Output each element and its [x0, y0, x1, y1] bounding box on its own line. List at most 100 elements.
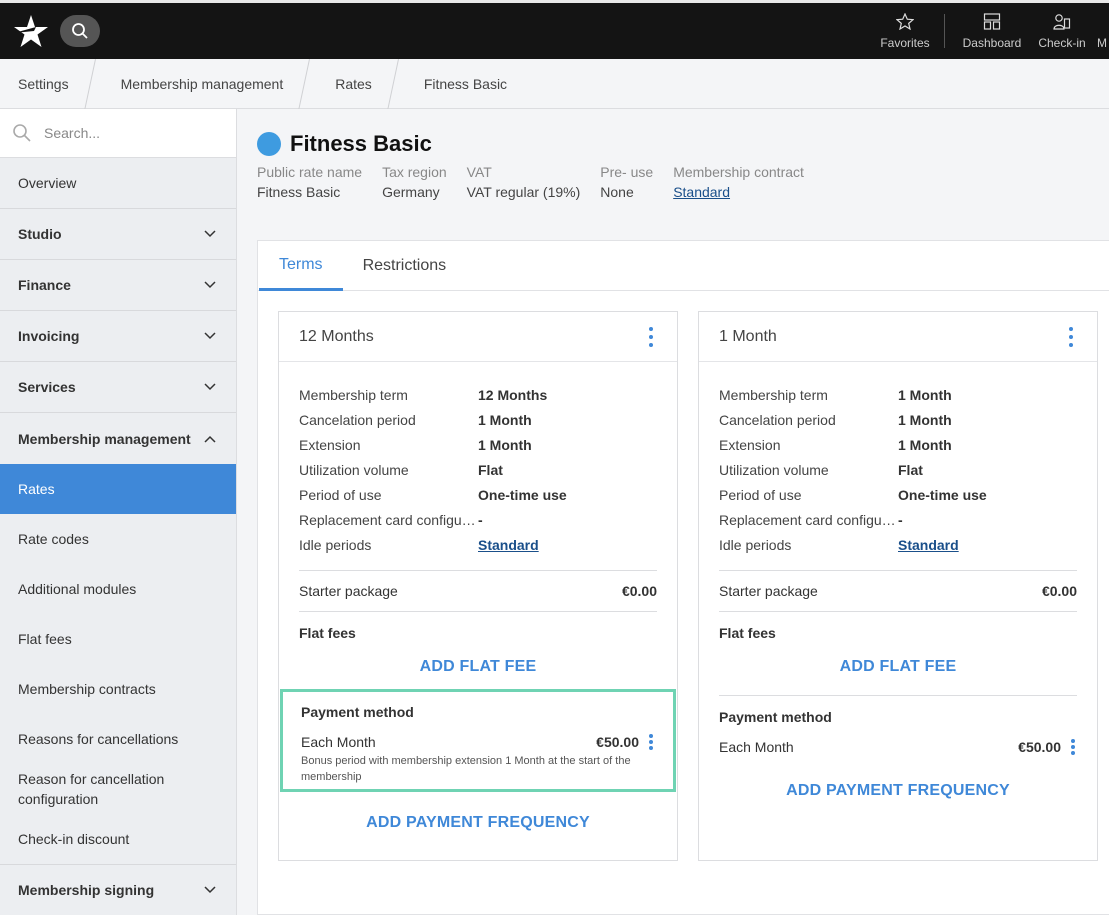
term-row: Membership term 1 Month: [719, 382, 1077, 407]
term-row: Replacement card configuration -: [299, 507, 657, 532]
term-row: Membership term 12 Months: [299, 382, 657, 407]
meta-value: VAT regular (19%): [466, 184, 581, 200]
sidebar-item-overview[interactable]: Overview: [0, 158, 236, 209]
breadcrumb-settings[interactable]: Settings: [0, 59, 89, 109]
idle-periods-link[interactable]: Standard: [898, 537, 959, 553]
topbar-divider: [944, 14, 945, 48]
divider: [719, 695, 1077, 696]
term-row: Idle periods Standard: [299, 532, 657, 557]
check-in-label: Check-in: [1038, 35, 1086, 50]
global-search-button[interactable]: [60, 15, 100, 47]
add-payment-frequency-button[interactable]: ADD PAYMENT FREQUENCY: [299, 814, 657, 832]
check-in-icon: [1053, 13, 1071, 30]
starter-package-label: Starter package: [719, 583, 818, 599]
add-flat-fee-button[interactable]: ADD FLAT FEE: [719, 658, 1077, 683]
more-options-icon[interactable]: [645, 326, 657, 347]
starter-package-row: Starter package €0.00: [719, 571, 1077, 611]
term-row-value: Flat: [478, 461, 503, 478]
sidebar-search-input[interactable]: [44, 125, 214, 141]
term-row-key: Replacement card configuration: [299, 511, 478, 528]
tab-terms[interactable]: Terms: [259, 241, 343, 291]
sidebar-subitem-reasons-for-cancellations[interactable]: Reasons for cancellations: [0, 714, 236, 764]
term-row: Period of use One-time use: [299, 482, 657, 507]
payment-method-highlight: Payment method Each Month €50.00 Bonus p…: [280, 689, 676, 792]
add-payment-frequency-button[interactable]: ADD PAYMENT FREQUENCY: [719, 782, 1077, 800]
dashboard-icon: [983, 12, 1001, 30]
more-label: M: [1097, 35, 1107, 50]
term-row-value: 1 Month: [478, 436, 532, 453]
payment-frequency-label: Each Month: [719, 739, 794, 755]
term-row-value: One-time use: [898, 486, 987, 503]
term-card-body: Membership term 1 Month Cancelation perio…: [699, 362, 1097, 800]
sidebar-subitem-rates[interactable]: Rates: [0, 464, 236, 514]
term-row-value: Flat: [898, 461, 923, 478]
term-row: Cancelation period 1 Month: [299, 407, 657, 432]
tab-restrictions[interactable]: Restrictions: [343, 241, 467, 291]
dashboard-button[interactable]: Dashboard: [957, 3, 1027, 59]
rate-color-dot: [257, 132, 281, 156]
payment-frequency-row: Each Month €50.00: [719, 736, 1077, 758]
search-icon: [13, 124, 31, 142]
term-card-title: 1 Month: [719, 327, 777, 345]
term-card-12-months: 12 Months Membership term 12 Months Cance…: [278, 311, 678, 861]
dashboard-label: Dashboard: [962, 35, 1022, 50]
more-button[interactable]: M: [1097, 3, 1109, 59]
term-row-key: Idle periods: [299, 536, 372, 553]
meta-label: Tax region: [382, 164, 447, 180]
meta-pre-use: Pre- use None: [600, 162, 653, 202]
sidebar-item-label: Services: [18, 379, 76, 395]
sidebar-item-membership-signing[interactable]: Membership signing: [0, 865, 236, 915]
favorites-label: Favorites: [880, 35, 930, 50]
sidebar-subitem-cancellation-configuration[interactable]: Reason for cancellation configuration: [0, 764, 236, 814]
meta-membership-contract: Membership contract Standard: [673, 162, 804, 202]
term-row-value: -: [898, 511, 903, 528]
add-flat-fee-button[interactable]: ADD FLAT FEE: [299, 658, 657, 683]
sidebar-subitem-membership-contracts[interactable]: Membership contracts: [0, 664, 236, 714]
more-options-icon[interactable]: [1069, 739, 1077, 755]
more-options-icon[interactable]: [1065, 326, 1077, 347]
check-in-button[interactable]: Check-in: [1027, 3, 1097, 59]
favorites-button[interactable]: Favorites: [870, 3, 940, 59]
chevron-up-icon: [204, 435, 216, 443]
payment-method-label: Payment method: [719, 709, 832, 725]
more-options-icon[interactable]: [647, 734, 655, 750]
sidebar-item-invoicing[interactable]: Invoicing: [0, 311, 236, 362]
sidebar-subitem-additional-modules[interactable]: Additional modules: [0, 564, 236, 614]
term-card-1-month: 1 Month Membership term 1 Month Cancelati…: [698, 311, 1098, 861]
sidebar-subitem-check-in-discount[interactable]: Check-in discount: [0, 814, 236, 864]
sidebar-item-studio[interactable]: Studio: [0, 209, 236, 260]
sidebar-subitem-flat-fees[interactable]: Flat fees: [0, 614, 236, 664]
sidebar-search: [0, 109, 236, 158]
top-bar: Favorites Dashboard Check-in M: [0, 0, 1109, 59]
term-row: Period of use One-time use: [719, 482, 1077, 507]
star-icon: [896, 12, 914, 30]
starter-package-row: Starter package €0.00: [299, 571, 657, 611]
breadcrumb-separator: [392, 59, 406, 109]
term-card-title: 12 Months: [299, 327, 374, 345]
chevron-down-icon: [204, 230, 216, 238]
term-row-key: Replacement card configuration: [719, 511, 898, 528]
divider: [299, 611, 657, 612]
term-row-key: Period of use: [299, 486, 382, 503]
sidebar-item-services[interactable]: Services: [0, 362, 236, 413]
meta-label: VAT: [466, 164, 492, 180]
breadcrumb-rates[interactable]: Rates: [317, 59, 392, 109]
idle-periods-link[interactable]: Standard: [478, 537, 539, 553]
breadcrumb: Settings Membership management Rates Fit…: [0, 59, 1109, 109]
membership-contract-link[interactable]: Standard: [673, 182, 804, 202]
payment-method-label: Payment method: [301, 704, 414, 720]
starter-package-price: €0.00: [621, 583, 657, 599]
payment-price: €50.00: [1018, 739, 1061, 755]
sidebar-item-label: Overview: [18, 175, 77, 191]
sidebar-item-membership-management[interactable]: Membership management: [0, 413, 236, 464]
term-row-key: Extension: [719, 436, 781, 453]
payment-frequency-label: Each Month: [301, 734, 376, 750]
term-row-key: Utilization volume: [719, 461, 829, 478]
breadcrumb-membership-management[interactable]: Membership management: [103, 59, 304, 109]
sidebar-item-finance[interactable]: Finance: [0, 260, 236, 311]
star-logo-icon[interactable]: [12, 13, 50, 49]
term-row: Extension 1 Month: [719, 432, 1077, 457]
payment-frequency-row: Each Month €50.00: [301, 731, 655, 753]
sidebar-subitem-rate-codes[interactable]: Rate codes: [0, 514, 236, 564]
term-row: Extension 1 Month: [299, 432, 657, 457]
